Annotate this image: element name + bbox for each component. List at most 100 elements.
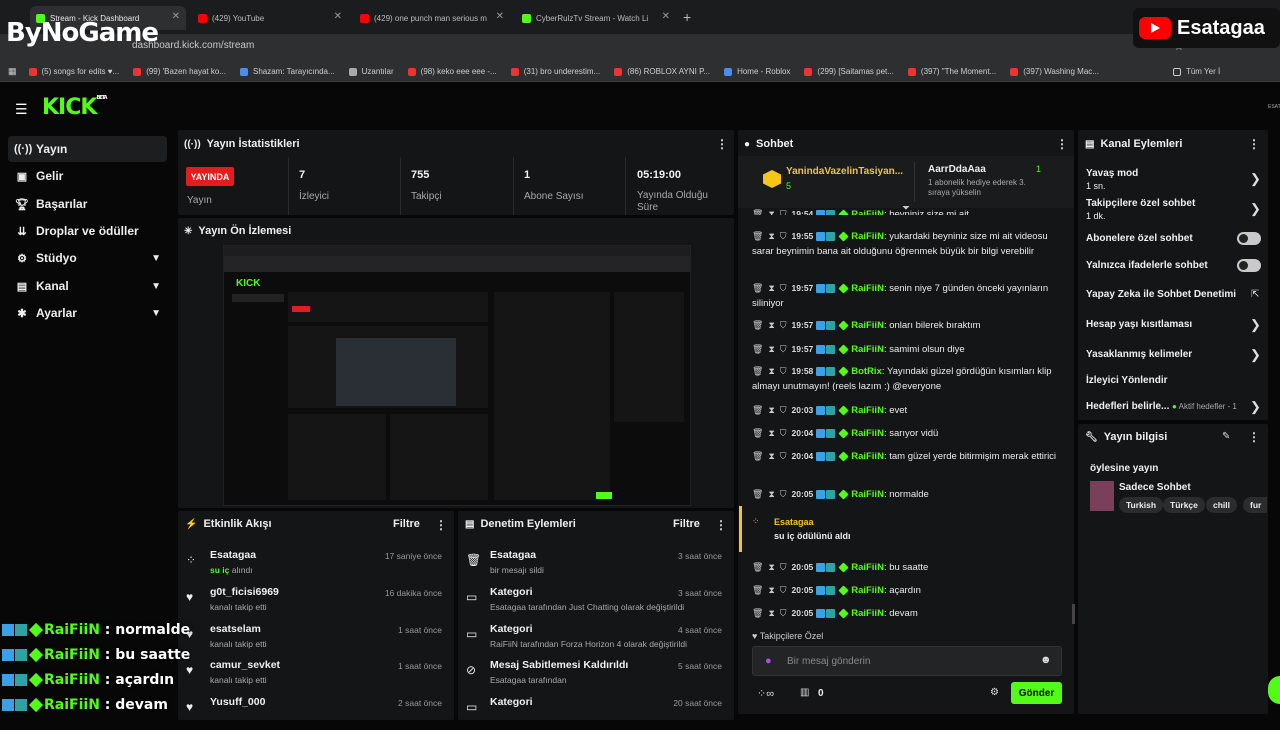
trash-icon[interactable]: 🗑︎ — [752, 405, 763, 415]
gear-icon[interactable]: ⚙ — [990, 687, 999, 698]
trash-icon[interactable]: 🗑︎ — [752, 366, 763, 376]
subs-only-toggle[interactable] — [1237, 232, 1261, 245]
trash-icon[interactable]: 🗑︎ — [752, 608, 763, 618]
bookmark-item[interactable]: Home - Roblox — [724, 67, 790, 76]
more-options-icon[interactable]: ⋮ — [715, 518, 727, 532]
trash-icon[interactable]: 🗑︎ — [752, 585, 763, 595]
ban-icon[interactable]: ⛉ — [780, 366, 787, 376]
bookmark-item[interactable]: (397) "The Moment... — [907, 67, 996, 76]
kick-logo[interactable]: KICKBETA — [42, 95, 108, 120]
sidebar-item-droplar[interactable]: ⇊ Droplar ve ödüller — [8, 218, 167, 244]
timeout-icon[interactable]: ⧗ — [768, 344, 774, 354]
chat-message[interactable]: 🗑︎ ⧗ ⛉ 19:57 RaiFiiN: onları bilerek bırakt… — [752, 318, 1062, 333]
sidebar-item-kanal[interactable]: ▤ Kanal ▼ — [8, 273, 167, 299]
trash-icon[interactable]: 🗑︎ — [752, 562, 763, 572]
timeout-icon[interactable]: ⧗ — [768, 366, 774, 376]
moderation-filter-button[interactable]: Filtre — [673, 518, 700, 530]
trash-icon[interactable]: 🗑︎ — [752, 451, 763, 461]
new-tab-button[interactable]: + — [683, 9, 691, 25]
trash-icon[interactable]: 🗑︎ — [752, 283, 763, 293]
trash-icon[interactable]: 🗑︎ — [752, 344, 763, 354]
timeout-icon[interactable]: ⧗ — [768, 489, 774, 499]
points-icon[interactable]: ⁘∞ — [757, 687, 774, 700]
banned-words-label[interactable]: Yasaklanmış kelimeler — [1086, 349, 1192, 360]
chat-message[interactable]: 🗑︎ ⧗ ⛉ 20:05 RaiFiiN: normalde — [752, 487, 1062, 502]
trash-icon[interactable]: 🗑︎ — [752, 320, 763, 330]
bookmark-item[interactable]: Uzantılar — [348, 67, 394, 76]
ban-icon[interactable]: ⛉ — [780, 428, 787, 438]
chevron-right-icon[interactable]: ❯ — [1250, 171, 1261, 187]
store-icon[interactable]: ▥ — [800, 687, 809, 698]
ban-icon[interactable]: ⛉ — [780, 344, 787, 354]
chat-message[interactable]: 🗑︎ ⧗ ⛉ 19:58 BotRix: Yayındaki güzel gördüğ… — [752, 364, 1062, 394]
ban-icon[interactable]: ⛉ — [780, 451, 787, 461]
more-options-icon[interactable]: ⋮ — [1056, 137, 1068, 151]
goals-label[interactable]: Hedefleri belirle... — [1086, 401, 1169, 412]
chevron-right-icon[interactable]: ❯ — [1250, 317, 1261, 333]
ban-icon[interactable]: ⛉ — [780, 489, 787, 499]
timeout-icon[interactable]: ⧗ — [768, 320, 774, 330]
timeout-icon[interactable]: ⧗ — [768, 585, 774, 595]
trash-icon[interactable]: 🗑︎ — [752, 428, 763, 438]
timeout-icon[interactable]: ⧗ — [768, 231, 774, 241]
timeout-icon[interactable]: ⧗ — [768, 608, 774, 618]
close-tab-icon[interactable]: ✕ — [334, 11, 342, 22]
chevron-right-icon[interactable]: ❯ — [1250, 347, 1261, 363]
account-age-label[interactable]: Hesap yaşı kısıtlaması — [1086, 319, 1192, 330]
ban-icon[interactable]: ⛉ — [780, 562, 787, 572]
bookmark-item[interactable]: (31) bro underestim... — [510, 67, 600, 76]
tab-one-punch-man[interactable]: (429) one punch man serious m ✕ — [354, 6, 510, 30]
trash-icon[interactable]: 🗑︎ — [752, 231, 763, 241]
ban-icon[interactable]: ⛉ — [780, 231, 787, 241]
more-options-icon[interactable]: ⋮ — [435, 518, 447, 532]
chat-message[interactable]: 🗑︎ ⧗ ⛉ 19:55 RaiFiiN: yukardaki beyniniz si… — [752, 229, 1062, 259]
all-bookmarks-folder[interactable]: Tüm Yer İ — [1172, 67, 1220, 76]
timeout-icon[interactable]: ⧗ — [768, 451, 774, 461]
tab-cyberrulztv[interactable]: CyberRulzTv Stream - Watch Li ✕ — [516, 6, 676, 30]
chat-message[interactable]: 🗑︎ ⧗ ⛉ 20:03 RaiFiiN: evet — [752, 403, 1062, 418]
chevron-right-icon[interactable]: ❯ — [1250, 201, 1261, 217]
bookmark-item[interactable]: (86) ROBLOX AYNI P... — [614, 67, 710, 76]
chat-scrollbar[interactable] — [1072, 604, 1075, 624]
send-button[interactable]: Gönder — [1011, 682, 1062, 704]
trash-icon[interactable]: 🗑︎ — [752, 209, 763, 215]
trash-icon[interactable]: 🗑︎ — [752, 489, 763, 499]
followers-only-label[interactable]: Takipçilere özel sohbet — [1086, 198, 1195, 209]
sidebar-item-ayarlar[interactable]: ✱ Ayarlar ▼ — [8, 300, 167, 326]
chevron-right-icon[interactable]: ❯ — [1250, 399, 1261, 415]
bookmark-item[interactable]: (5) songs for edits ♥... — [28, 67, 119, 76]
chat-message[interactable]: 🗑︎ ⧗ ⛉ 20:04 RaiFiiN: tam güzel yerde bitir… — [752, 449, 1062, 464]
emoji-icon[interactable]: ☻ — [1040, 654, 1052, 666]
timeout-icon[interactable]: ⧗ — [768, 209, 774, 215]
ban-icon[interactable]: ⛉ — [780, 405, 787, 415]
timeout-icon[interactable]: ⧗ — [768, 562, 774, 572]
chat-message[interactable]: 🗑︎ ⧗ ⛉ 20:05 RaiFiiN: açardın — [752, 583, 1062, 598]
slow-mode-label[interactable]: Yavaş mod — [1086, 168, 1138, 179]
ban-icon[interactable]: ⛉ — [780, 608, 787, 618]
ai-moderation-label[interactable]: Yapay Zeka ile Sohbet Denetimi — [1086, 289, 1236, 300]
activity-filter-button[interactable]: Filtre — [393, 518, 420, 530]
more-options-icon[interactable]: ⋮ — [716, 137, 728, 151]
chat-message[interactable]: 🗑︎ ⧗ ⛉ 20:05 RaiFiiN: devam — [752, 606, 1062, 621]
sidebar-item-gelir[interactable]: ▣ Gelir — [8, 163, 167, 189]
floating-action-button[interactable] — [1268, 676, 1280, 704]
bookmark-item[interactable]: Shazam: Tarayıcında... — [239, 67, 335, 76]
external-link-icon[interactable]: ⇱ — [1251, 289, 1259, 300]
chat-message[interactable]: 🗑︎ ⧗ ⛉ 19:57 RaiFiiN: samimi olsun diye — [752, 342, 1062, 357]
more-options-icon[interactable]: ⋮ — [1248, 137, 1260, 151]
ban-icon[interactable]: ⛉ — [780, 585, 787, 595]
chat-message[interactable]: 🗑︎ ⧗ ⛉ 20:05 RaiFiiN: bu saatte — [752, 560, 1062, 575]
close-tab-icon[interactable]: ✕ — [662, 11, 670, 22]
chat-message[interactable]: 🗑︎ ⧗ ⛉ 19:57 RaiFiiN: senin niye 7 günden ö… — [752, 281, 1062, 311]
sidebar-item-studyo[interactable]: ⚙ Stüdyo ▼ — [8, 245, 167, 271]
more-options-icon[interactable]: ⋮ — [1248, 430, 1260, 444]
ban-icon[interactable]: ⛉ — [780, 320, 787, 330]
timeout-icon[interactable]: ⧗ — [768, 428, 774, 438]
chat-input[interactable]: ● Bir mesaj gönderin ☻ — [752, 646, 1062, 676]
bookmark-item[interactable]: (299) [Saitamas pet... — [804, 67, 894, 76]
bookmark-item[interactable]: (397) Washing Mac... — [1010, 67, 1099, 76]
timeout-icon[interactable]: ⧗ — [768, 405, 774, 415]
tab-youtube[interactable]: (429) YouTube ✕ — [192, 6, 348, 30]
sidebar-item-basarilar[interactable]: 🏆︎ Başarılar — [8, 191, 167, 217]
raid-label[interactable]: İzleyici Yönlendir — [1086, 375, 1168, 386]
